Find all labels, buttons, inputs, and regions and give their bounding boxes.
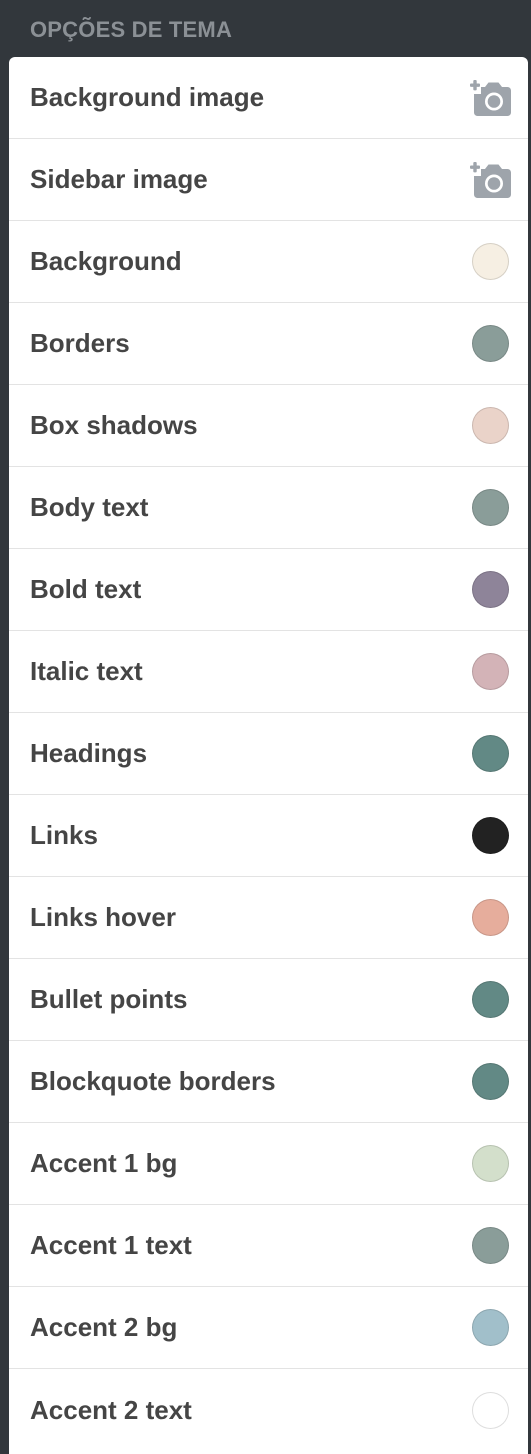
color-swatch[interactable] [472,817,509,854]
theme-options-list: Background image Sidebar image Background B… [9,57,528,1451]
color-swatch[interactable] [472,981,509,1018]
color-swatch[interactable] [472,1391,509,1429]
theme-option-bullet-points[interactable]: Bullet points [9,959,528,1041]
theme-option-headings[interactable]: Headings [9,713,528,795]
option-label: Accent 2 bg [30,1312,178,1342]
option-label: Body text [30,492,149,522]
color-swatch[interactable] [472,243,509,280]
option-label: Links [30,820,98,850]
section-title: OPÇÕES DE TEMA [30,17,233,42]
option-label: Links hover [30,902,176,932]
color-swatch[interactable] [472,1145,509,1182]
theme-option-italic-text[interactable]: Italic text [9,631,528,713]
option-label: Background [30,246,182,276]
color-swatch[interactable] [472,1309,509,1346]
option-label: Background image [30,82,265,112]
option-label: Accent 2 text [30,1394,192,1425]
color-swatch[interactable] [472,899,509,936]
theme-option-background-image[interactable]: Background image [9,57,528,139]
color-swatch[interactable] [472,325,509,362]
color-swatch[interactable] [472,1063,509,1100]
add-photo-camera-icon[interactable] [468,161,512,199]
color-swatch[interactable] [472,1227,509,1264]
option-label: Borders [30,328,130,358]
option-label: Headings [30,738,148,768]
option-label: Sidebar image [30,164,208,194]
option-label: Italic text [30,656,143,686]
color-swatch[interactable] [472,571,509,608]
theme-option-blockquote-borders[interactable]: Blockquote borders [9,1041,528,1123]
theme-option-links-hover[interactable]: Links hover [9,877,528,959]
theme-option-accent-2-text[interactable]: Accent 2 text [9,1369,528,1451]
theme-option-accent-1-text[interactable]: Accent 1 text [9,1205,528,1287]
color-swatch[interactable] [472,407,509,444]
color-swatch[interactable] [472,653,509,690]
option-label: Bold text [30,574,142,604]
option-label: Accent 1 bg [30,1148,178,1178]
theme-option-sidebar-image[interactable]: Sidebar image [9,139,528,221]
theme-option-borders[interactable]: Borders [9,303,528,385]
color-swatch[interactable] [472,735,509,772]
theme-option-accent-1-bg[interactable]: Accent 1 bg [9,1123,528,1205]
option-label: Blockquote borders [30,1066,276,1096]
add-photo-camera-icon[interactable] [468,79,512,117]
option-label: Box shadows [30,410,198,440]
option-label: Bullet points [30,984,188,1014]
color-swatch[interactable] [472,489,509,526]
theme-option-box-shadows[interactable]: Box shadows [9,385,528,467]
theme-option-bold-text[interactable]: Bold text [9,549,528,631]
theme-option-accent-2-bg[interactable]: Accent 2 bg [9,1287,528,1369]
option-label: Accent 1 text [30,1230,192,1260]
theme-options-panel: Background image Sidebar image Background B… [9,57,528,1454]
theme-option-body-text[interactable]: Body text [9,467,528,549]
theme-option-background[interactable]: Background [9,221,528,303]
theme-option-links[interactable]: Links [9,795,528,877]
